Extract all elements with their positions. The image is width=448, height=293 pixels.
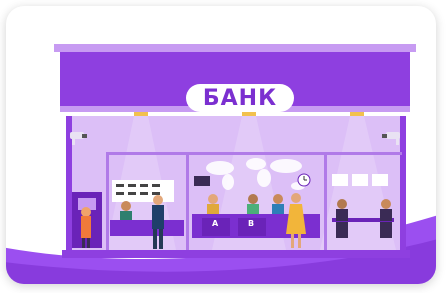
lamp — [350, 112, 364, 116]
roof-trim — [54, 44, 416, 52]
frame — [324, 152, 327, 250]
bank-illustration-card: БАНК A B — [6, 6, 436, 284]
pillar — [400, 116, 406, 250]
teller-c — [272, 194, 284, 216]
frame — [106, 152, 402, 155]
lamp — [242, 112, 256, 116]
exchange-rate-board — [112, 180, 174, 202]
teller-a — [207, 194, 219, 216]
lamp — [134, 112, 148, 116]
teller-b — [247, 194, 259, 216]
bank-sign-text: БАНК — [202, 85, 278, 111]
client — [380, 199, 392, 238]
frame — [106, 152, 109, 250]
window-a-label: A — [212, 219, 219, 228]
counter-left — [110, 220, 184, 236]
wall-pictures — [332, 174, 388, 186]
window-b-label: B — [248, 219, 255, 228]
frame — [186, 152, 189, 250]
consultant — [336, 199, 348, 238]
teller-left — [120, 201, 132, 223]
atm-machine — [72, 192, 102, 248]
building-base — [62, 250, 410, 258]
monitor — [194, 176, 210, 186]
clock-icon — [297, 173, 311, 187]
bank-illustration — [6, 44, 436, 284]
